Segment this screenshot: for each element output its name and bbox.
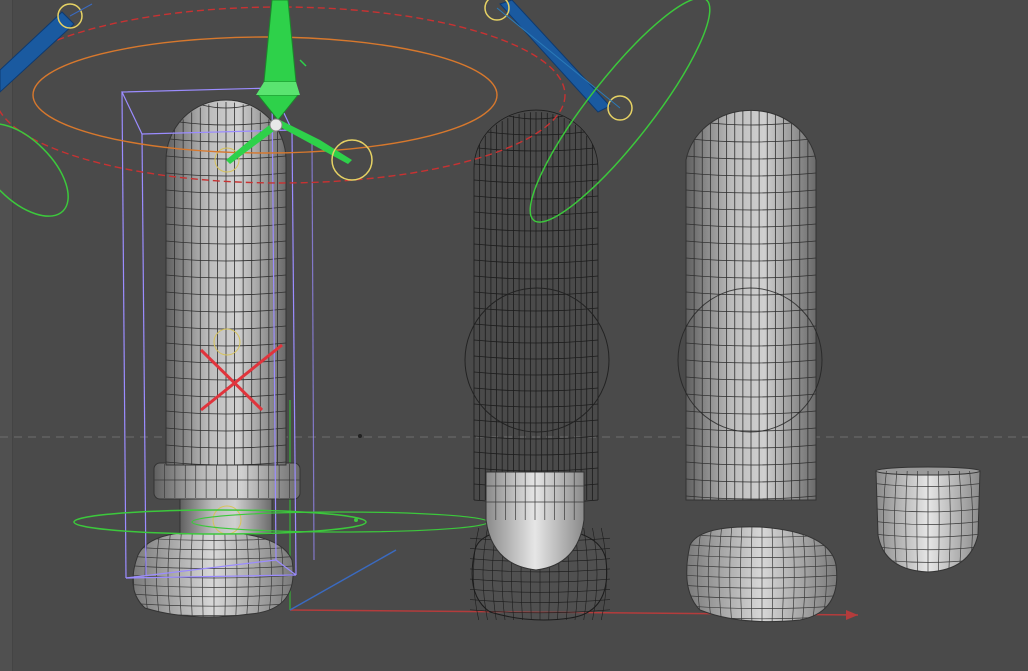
x-axis-arrow	[846, 610, 858, 620]
cup-bowl[interactable]	[875, 466, 981, 573]
viewport-canvas[interactable]	[0, 0, 1028, 671]
ring-dot	[354, 518, 358, 522]
capsule-plain[interactable]	[677, 102, 823, 501]
base-stone[interactable]	[682, 524, 842, 626]
capsule-with-base-selected[interactable]	[121, 87, 315, 622]
z-axis-line	[289, 549, 397, 611]
capsule-wireframe-with-cup[interactable]	[464, 109, 611, 621]
3d-viewport[interactable]	[0, 0, 1028, 671]
spotlight-left[interactable]	[0, 3, 93, 232]
floor-origin-dot	[358, 434, 362, 438]
